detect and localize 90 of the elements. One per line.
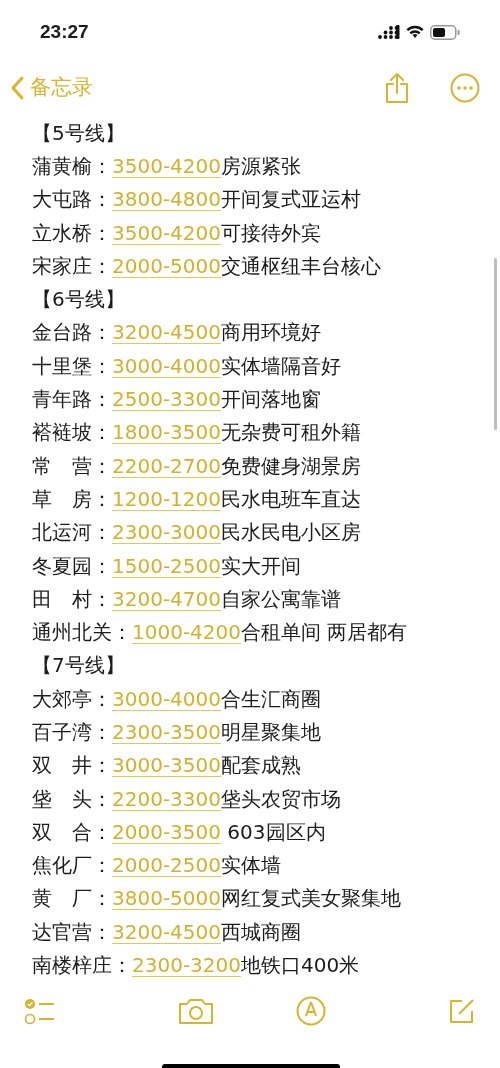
note-text: 免费健身湖景房: [221, 452, 361, 480]
note-text: 无杂费可租外籍: [221, 419, 361, 447]
note-text: 可接待外宾: [221, 219, 321, 247]
price-range-link[interactable]: 2000-2500: [112, 850, 221, 881]
note-text: 商用环境好: [221, 319, 321, 347]
price-range-link[interactable]: 3500-4200: [112, 217, 221, 248]
section-heading: 【7号线】: [32, 652, 125, 680]
note-text: 垡头农贸市场: [221, 785, 341, 813]
note-text: 实大开间: [221, 552, 301, 580]
note-text: 自家公寓靠谱: [221, 585, 341, 613]
station-name: 草 房：: [32, 485, 112, 513]
price-range-link[interactable]: 2000-5000: [112, 250, 221, 281]
price-range-link[interactable]: 2000-3500: [112, 816, 221, 847]
camera-icon: [178, 997, 214, 1025]
note-text: 民水电班车直达: [221, 485, 361, 513]
note-text: 开间落地窗: [221, 386, 321, 413]
section-heading: 【5号线】: [32, 119, 125, 147]
station-name: 通州北关：: [32, 619, 132, 647]
wifi-icon: [406, 25, 424, 39]
section-heading: 【6号线】: [32, 286, 125, 314]
station-name: 黄 厂：: [32, 885, 112, 913]
station-name: 大郊亭：: [32, 685, 112, 713]
price-range-link[interactable]: 3000-4000: [112, 683, 221, 714]
note-text: 配套成熟: [221, 752, 301, 780]
station-name: 双 井：: [32, 752, 112, 780]
station-name: 常 营：: [32, 452, 112, 480]
station-name: 大屯路：: [32, 186, 112, 214]
note-text: 合租单间 两居都有: [241, 619, 408, 647]
markup-button[interactable]: [296, 996, 326, 1026]
price-range-link[interactable]: 1000-4200: [132, 617, 241, 648]
price-range-link[interactable]: 3000-4000: [112, 350, 221, 381]
note-text: 合生汇商圈: [221, 685, 321, 713]
more-icon: [450, 73, 480, 103]
chevron-left-icon: [10, 76, 24, 100]
station-name: 北运河：: [32, 519, 112, 547]
station-name: 双 合：: [32, 818, 112, 846]
back-button[interactable]: 备忘录: [10, 72, 93, 104]
price-range-link[interactable]: 2300-3500: [112, 717, 221, 747]
station-name: 冬夏园：: [32, 552, 112, 580]
status-time: 23:27: [40, 19, 89, 44]
price-range-link[interactable]: 3200-4700: [112, 583, 221, 614]
note-text: 实体墙隔音好: [221, 352, 341, 380]
station-name: 百子湾：: [32, 719, 112, 746]
price-range-link[interactable]: 2200-2700: [112, 450, 221, 481]
price-range-link[interactable]: 3000-3500: [112, 750, 221, 781]
checklist-icon: [24, 996, 56, 1026]
note-text: 603园区内: [226, 818, 326, 846]
station-name: 十里堡：: [32, 352, 112, 380]
station-name: 宋家庄：: [32, 252, 112, 280]
note-text: 民水民电小区房: [221, 519, 361, 547]
note-text: 交通枢纽丰台核心: [221, 252, 381, 280]
price-range-link[interactable]: 3200-4500: [112, 317, 221, 348]
compose-button[interactable]: [448, 997, 476, 1025]
price-range-link[interactable]: 1200-1200: [112, 483, 221, 514]
price-range-link[interactable]: 2300-3200: [132, 950, 241, 981]
price-range-link[interactable]: 1800-3500: [112, 417, 221, 448]
station-name: 南楼梓庄：: [32, 952, 132, 980]
note-text: 西城商圈: [221, 918, 301, 946]
station-name: 金台路：: [32, 319, 112, 347]
note-text: 开间复式亚运村: [221, 186, 361, 214]
share-button[interactable]: [384, 72, 410, 104]
price-range-link[interactable]: 2500-3300: [112, 384, 221, 414]
station-name: 蒲黄榆：: [32, 152, 112, 180]
price-range-link[interactable]: 3800-5000: [112, 883, 221, 914]
note-text: 明星聚集地: [221, 719, 321, 746]
pen-tip-icon: [296, 996, 326, 1026]
price-range-link[interactable]: 3800-4800: [112, 184, 221, 215]
camera-button[interactable]: [178, 997, 214, 1025]
price-range-link[interactable]: 1500-2500: [112, 550, 221, 581]
checklist-button[interactable]: [24, 996, 56, 1026]
station-name: 青年路：: [32, 386, 112, 413]
station-name: 焦化厂：: [32, 852, 112, 880]
station-name: 立水桥：: [32, 219, 112, 247]
station-name: 达官营：: [32, 918, 112, 946]
station-name: 田 村：: [32, 585, 112, 613]
note-text: 实体墙: [221, 852, 281, 880]
note-text: 网红复式美女聚集地: [221, 885, 401, 913]
battery-icon: [430, 24, 460, 40]
station-name: 褡裢坡：: [32, 419, 112, 447]
note-text: 房源紧张: [221, 152, 301, 180]
price-range-link[interactable]: 2200-3300: [112, 783, 221, 814]
share-icon: [384, 72, 410, 104]
price-range-link[interactable]: 3500-4200: [112, 150, 221, 181]
price-range-link[interactable]: 2300-3000: [112, 517, 221, 548]
price-range-link[interactable]: 3200-4500: [112, 916, 221, 947]
more-button[interactable]: [450, 73, 480, 103]
signal-icon: [378, 25, 400, 39]
compose-icon: [448, 997, 476, 1025]
note-text: 地铁口400米: [241, 952, 360, 980]
station-name: 垡 头：: [32, 785, 112, 813]
